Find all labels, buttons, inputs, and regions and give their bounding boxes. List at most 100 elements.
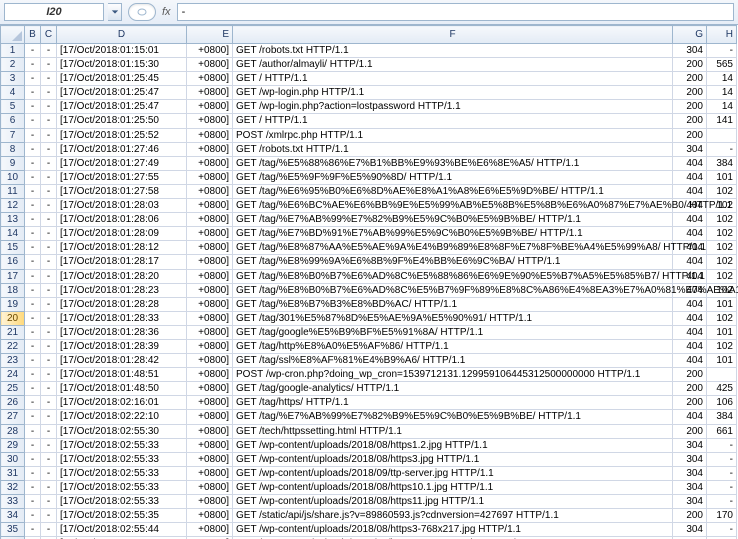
cell[interactable]: - xyxy=(41,72,57,86)
cell[interactable]: - xyxy=(707,495,737,509)
cell[interactable]: +0800] xyxy=(187,523,233,537)
cell[interactable]: +0800] xyxy=(187,495,233,509)
cell[interactable]: GET /tag/%E8%99%9A%E6%8B%9F%E4%BB%E6%9C%… xyxy=(233,255,673,269)
cell[interactable]: - xyxy=(25,114,41,128)
cell[interactable]: - xyxy=(25,396,41,410)
row-header[interactable]: 5 xyxy=(1,100,25,114)
cell[interactable]: GET /wp-content/uploads/2018/09/ttp-serv… xyxy=(233,466,673,480)
cell[interactable]: 200 xyxy=(673,382,707,396)
cell[interactable]: +0800] xyxy=(187,382,233,396)
row-header[interactable]: 10 xyxy=(1,170,25,184)
cell[interactable]: - xyxy=(25,199,41,213)
row-header[interactable]: 1 xyxy=(1,44,25,58)
cell[interactable]: - xyxy=(41,438,57,452)
cell[interactable]: 102 xyxy=(707,311,737,325)
row-header[interactable]: 20 xyxy=(1,311,25,325)
cell[interactable]: - xyxy=(25,142,41,156)
cell[interactable]: 200 xyxy=(673,128,707,142)
cell[interactable]: 141 xyxy=(707,114,737,128)
cell[interactable]: - xyxy=(41,523,57,537)
row-header[interactable]: 25 xyxy=(1,382,25,396)
cell[interactable]: - xyxy=(25,184,41,198)
cell[interactable]: - xyxy=(25,86,41,100)
cell[interactable]: 102 xyxy=(707,241,737,255)
cell[interactable]: [17/Oct/2018:01:25:47 xyxy=(57,100,187,114)
cell[interactable]: 170 xyxy=(707,509,737,523)
cell[interactable]: - xyxy=(25,100,41,114)
cell[interactable]: - xyxy=(707,438,737,452)
cell[interactable]: 200 xyxy=(673,72,707,86)
cell[interactable]: - xyxy=(41,255,57,269)
cell[interactable]: 404 xyxy=(673,410,707,424)
cell[interactable]: +0800] xyxy=(187,156,233,170)
cell[interactable]: [17/Oct/2018:01:28:33 xyxy=(57,311,187,325)
cell[interactable]: +0800] xyxy=(187,184,233,198)
cell[interactable]: GET /tag/%E6%BC%AE%E6%BB%9E%E5%99%AB%E5%… xyxy=(233,199,673,213)
cell[interactable]: - xyxy=(25,509,41,523)
row-header[interactable]: 7 xyxy=(1,128,25,142)
row-header[interactable]: 24 xyxy=(1,368,25,382)
cell[interactable]: [17/Oct/2018:01:48:51 xyxy=(57,368,187,382)
cell[interactable]: [17/Oct/2018:01:27:58 xyxy=(57,184,187,198)
cell[interactable]: - xyxy=(25,227,41,241)
cell[interactable]: - xyxy=(25,156,41,170)
cell[interactable]: [17/Oct/2018:01:28:17 xyxy=(57,255,187,269)
cell[interactable]: POST /wp-cron.php?doing_wp_cron=15397121… xyxy=(233,368,673,382)
cell[interactable]: - xyxy=(41,509,57,523)
cell[interactable]: +0800] xyxy=(187,58,233,72)
cell[interactable]: GET /tag/%E5%88%86%E7%B1%BB%E9%93%BE%E6%… xyxy=(233,156,673,170)
cell[interactable]: - xyxy=(25,72,41,86)
cell[interactable]: [17/Oct/2018:01:25:45 xyxy=(57,72,187,86)
cell[interactable]: +0800] xyxy=(187,72,233,86)
cell[interactable]: [17/Oct/2018:02:55:35 xyxy=(57,509,187,523)
cell[interactable]: - xyxy=(41,466,57,480)
cell[interactable]: - xyxy=(707,452,737,466)
cell[interactable]: GET /wp-content/uploads/2018/08/https10.… xyxy=(233,480,673,494)
row-header[interactable]: 8 xyxy=(1,142,25,156)
cell[interactable]: 304 xyxy=(673,452,707,466)
cell[interactable]: 304 xyxy=(673,438,707,452)
sheet-area[interactable]: B C D E F G H 1--[17/Oct/2018:01:15:01+0… xyxy=(0,25,738,539)
cell[interactable]: 304 xyxy=(673,466,707,480)
cell[interactable]: 200 xyxy=(673,86,707,100)
row-header[interactable]: 16 xyxy=(1,255,25,269)
cell[interactable]: [17/Oct/2018:01:27:55 xyxy=(57,170,187,184)
cell[interactable]: +0800] xyxy=(187,100,233,114)
cell[interactable]: 200 xyxy=(673,509,707,523)
cell[interactable]: [17/Oct/2018:02:55:33 xyxy=(57,466,187,480)
cell[interactable]: - xyxy=(41,58,57,72)
cell[interactable]: 404 xyxy=(673,325,707,339)
col-header-f[interactable]: F xyxy=(233,26,673,44)
cell[interactable]: - xyxy=(41,339,57,353)
cell[interactable]: [17/Oct/2018:01:25:47 xyxy=(57,86,187,100)
cell[interactable]: 106 xyxy=(707,396,737,410)
cell[interactable]: [17/Oct/2018:02:55:44 xyxy=(57,523,187,537)
cell[interactable]: [17/Oct/2018:02:55:33 xyxy=(57,495,187,509)
fx-label[interactable]: fx xyxy=(162,6,171,18)
cell[interactable]: 102 xyxy=(707,213,737,227)
cell[interactable]: 101 xyxy=(707,297,737,311)
cell[interactable]: 404 xyxy=(673,311,707,325)
row-header[interactable]: 32 xyxy=(1,480,25,494)
cell[interactable]: [17/Oct/2018:01:48:50 xyxy=(57,382,187,396)
cell[interactable]: [17/Oct/2018:01:15:30 xyxy=(57,58,187,72)
cell[interactable]: - xyxy=(41,424,57,438)
cell[interactable]: 200 xyxy=(673,424,707,438)
cell[interactable]: GET /static/api/js/share.js?v=89860593.j… xyxy=(233,509,673,523)
cell[interactable]: GET /tag/https/ HTTP/1.1 xyxy=(233,396,673,410)
cell[interactable]: [17/Oct/2018:01:28:20 xyxy=(57,269,187,283)
row-header[interactable]: 23 xyxy=(1,354,25,368)
cell[interactable]: 200 xyxy=(673,114,707,128)
cell[interactable]: 200 xyxy=(673,100,707,114)
cell[interactable]: [17/Oct/2018:01:28:12 xyxy=(57,241,187,255)
cell[interactable]: GET /tag/%E8%B7%B3%E8%BD%AC/ HTTP/1.1 xyxy=(233,297,673,311)
cell[interactable]: - xyxy=(25,495,41,509)
cell[interactable]: +0800] xyxy=(187,368,233,382)
row-header[interactable]: 27 xyxy=(1,410,25,424)
cell[interactable]: 304 xyxy=(673,44,707,58)
row-header[interactable]: 22 xyxy=(1,339,25,353)
row-header[interactable]: 3 xyxy=(1,72,25,86)
cell[interactable]: [17/Oct/2018:01:25:50 xyxy=(57,114,187,128)
cell[interactable]: GET /tag/http%E8%A0%E5%AF%86/ HTTP/1.1 xyxy=(233,339,673,353)
cell[interactable]: - xyxy=(41,128,57,142)
